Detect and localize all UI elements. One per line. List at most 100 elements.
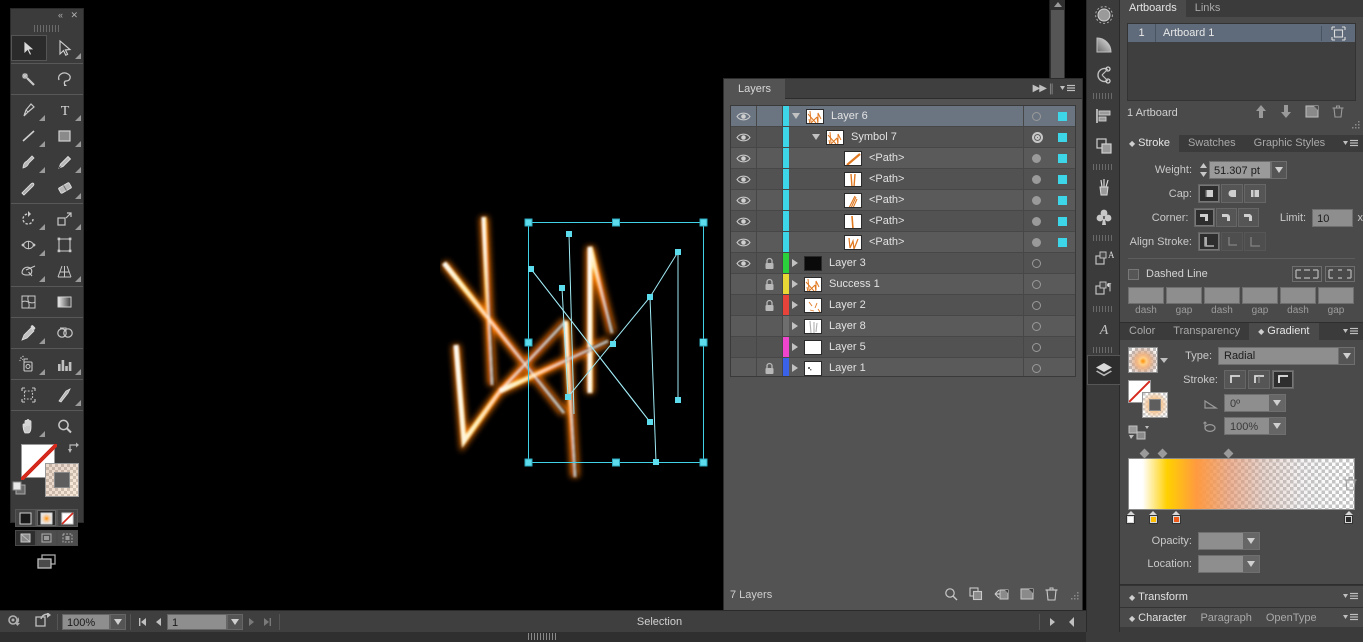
- angle-dropdown-icon[interactable]: [1269, 395, 1285, 411]
- layer-target-indicator[interactable]: [1032, 300, 1042, 310]
- layer-name[interactable]: Layer 3: [829, 257, 866, 269]
- character-panel-menu-icon[interactable]: [1343, 613, 1359, 623]
- artboards-list[interactable]: 1 Artboard 1: [1127, 23, 1356, 101]
- tab-transparency[interactable]: Transparency: [1164, 323, 1250, 340]
- layer-row-body[interactable]: Layer 2: [789, 295, 1023, 315]
- hand-tool[interactable]: [11, 413, 47, 439]
- layer-row[interactable]: <Path>: [731, 190, 1075, 211]
- tool-flyout-indicator[interactable]: [39, 167, 45, 173]
- layer-row[interactable]: <Path>: [731, 211, 1075, 232]
- layer-row[interactable]: <Path>: [731, 232, 1075, 253]
- first-page-icon[interactable]: [135, 614, 151, 630]
- layer-selection-square[interactable]: [1058, 132, 1068, 142]
- layer-name[interactable]: Layer 2: [829, 299, 866, 311]
- layer-row-body[interactable]: Success 1: [789, 274, 1023, 294]
- tab-graphic-styles[interactable]: Graphic Styles: [1244, 135, 1335, 152]
- butt-cap-button[interactable]: [1198, 184, 1220, 203]
- layer-target-indicator[interactable]: [1032, 279, 1042, 289]
- locate-object-button[interactable]: [944, 587, 958, 604]
- layer-lock-toggle[interactable]: [757, 295, 783, 315]
- layer-row[interactable]: Symbol 7: [731, 127, 1075, 148]
- tab-stroke[interactable]: ◆ Stroke: [1120, 135, 1179, 152]
- layer-selection-square[interactable]: [1057, 174, 1067, 184]
- prev-page-icon[interactable]: [151, 614, 167, 630]
- layer-visibility-toggle[interactable]: [731, 148, 757, 168]
- layer-row[interactable]: Layer 2: [731, 295, 1075, 316]
- gradient-across-stroke-button[interactable]: [1272, 370, 1294, 389]
- rectangle-tool[interactable]: [47, 123, 83, 149]
- layer-row[interactable]: Layer 3: [731, 253, 1075, 274]
- weight-stepper[interactable]: [1198, 161, 1209, 179]
- layer-target-indicator[interactable]: [1032, 111, 1042, 121]
- projecting-cap-button[interactable]: [1244, 184, 1266, 203]
- layer-row-body[interactable]: <Path>: [789, 232, 1023, 252]
- tool-flyout-indicator[interactable]: [75, 53, 81, 59]
- delete-gradient-stop-button[interactable]: [1344, 476, 1357, 494]
- layers-resize-handle[interactable]: [1070, 591, 1080, 604]
- eraser-tool[interactable]: [47, 175, 83, 201]
- tab-gradient[interactable]: ◆ Gradient: [1249, 323, 1319, 340]
- canvas-horizontal-scrollbar[interactable]: [0, 632, 1086, 642]
- delete-artboard-button[interactable]: [1332, 105, 1344, 121]
- layer-selection-square[interactable]: [1057, 153, 1067, 163]
- align-stroke-center-button[interactable]: [1198, 232, 1220, 251]
- tab-color[interactable]: Color: [1120, 323, 1165, 340]
- tool-flyout-indicator[interactable]: [75, 141, 81, 147]
- layer-row[interactable]: Layer 6: [731, 106, 1075, 127]
- layer-row-body[interactable]: <Path>: [789, 169, 1023, 189]
- layer-name[interactable]: Layer 8: [829, 320, 866, 332]
- layer-name[interactable]: Layer 1: [829, 362, 866, 374]
- layer-lock-toggle[interactable]: [757, 190, 783, 210]
- layer-row-body[interactable]: Layer 5: [789, 337, 1023, 357]
- lasso-tool[interactable]: [47, 66, 83, 92]
- layer-target-indicator[interactable]: [1032, 153, 1042, 163]
- tool-flyout-indicator[interactable]: [75, 400, 81, 406]
- layer-visibility-toggle[interactable]: [731, 232, 757, 252]
- tool-flyout-indicator[interactable]: [39, 369, 45, 375]
- tool-flyout-indicator[interactable]: [75, 369, 81, 375]
- layer-twirl-right-icon[interactable]: [792, 343, 798, 351]
- dash-gap-input[interactable]: [1204, 287, 1240, 304]
- tool-flyout-indicator[interactable]: [39, 250, 45, 256]
- delete-selection-button[interactable]: [1045, 587, 1058, 604]
- layer-twirl-down-icon[interactable]: [792, 113, 800, 119]
- paintbrush-tool[interactable]: [11, 149, 47, 175]
- layer-row[interactable]: Success 1: [731, 274, 1075, 295]
- shape-builder-tool[interactable]: [11, 258, 47, 284]
- layer-row-body[interactable]: <Path>: [789, 190, 1023, 210]
- vertical-scroll-thumb[interactable]: [1051, 10, 1064, 82]
- tool-flyout-indicator[interactable]: [39, 338, 45, 344]
- tool-flyout-indicator[interactable]: [75, 193, 81, 199]
- dock-group-grip[interactable]: [1093, 164, 1113, 170]
- selection-tool[interactable]: [11, 35, 47, 61]
- align-icon[interactable]: [1087, 101, 1121, 131]
- limit-input[interactable]: 10: [1312, 208, 1353, 227]
- gear-undo-icon[interactable]: [6, 613, 26, 630]
- layer-row[interactable]: Layer 1: [731, 358, 1075, 376]
- layer-twirl-right-icon[interactable]: [792, 259, 798, 267]
- create-new-layer-button[interactable]: [1020, 587, 1034, 604]
- gradient-mode-button[interactable]: [36, 509, 57, 527]
- gradient-midpoint-marker[interactable]: [1157, 448, 1168, 459]
- magic-wand-tool[interactable]: [11, 66, 47, 92]
- eyedropper-tool[interactable]: [11, 320, 47, 346]
- layer-name[interactable]: Layer 5: [829, 341, 866, 353]
- weight-dropdown-button[interactable]: [1271, 161, 1287, 179]
- layer-twirl-right-icon[interactable]: [792, 301, 798, 309]
- layers-icon[interactable]: [1087, 355, 1121, 385]
- width-tool[interactable]: [11, 232, 47, 258]
- layer-name[interactable]: Symbol 7: [851, 131, 897, 143]
- artboard-options-icon[interactable]: [1321, 25, 1355, 41]
- scale-tool[interactable]: [47, 206, 83, 232]
- default-fill-stroke-icon[interactable]: [12, 481, 27, 499]
- tab-character[interactable]: ◆ Character: [1120, 612, 1186, 624]
- layer-row-body[interactable]: <Path>: [789, 211, 1023, 231]
- pen-tool[interactable]: [11, 97, 47, 123]
- layer-twirl-right-icon[interactable]: [792, 322, 798, 330]
- tab-opentype[interactable]: OpenType: [1252, 612, 1317, 624]
- tool-flyout-indicator[interactable]: [39, 431, 45, 437]
- character-styles-icon[interactable]: A: [1087, 314, 1121, 344]
- layer-visibility-toggle[interactable]: [731, 253, 757, 273]
- dash-gap-input[interactable]: [1242, 287, 1278, 304]
- gradient-stop-orange[interactable]: [1171, 511, 1181, 524]
